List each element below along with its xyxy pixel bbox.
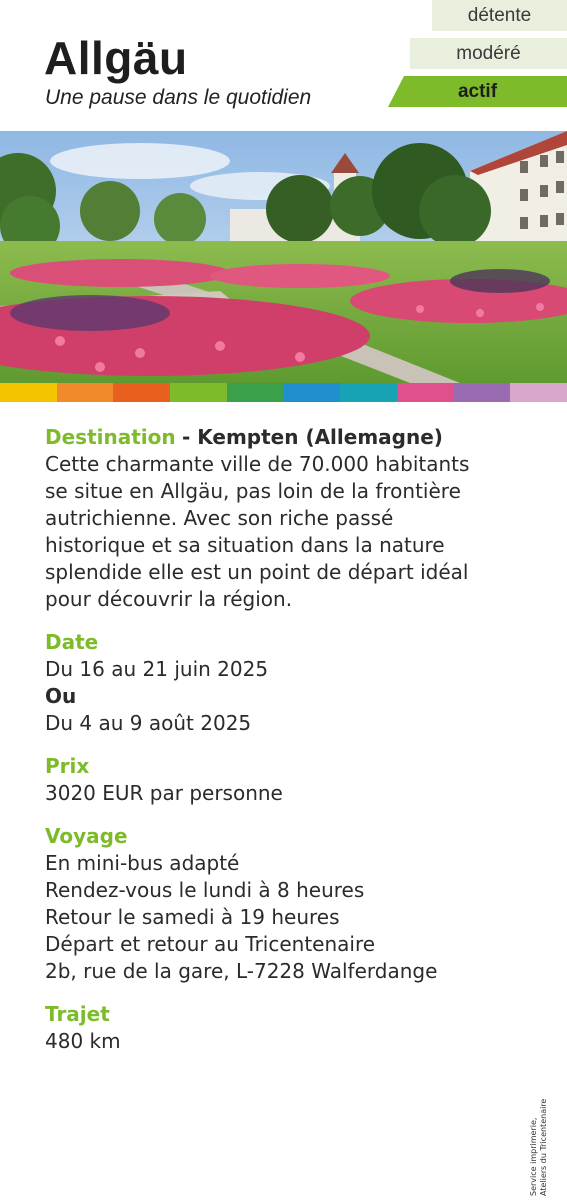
destination-label: Destination xyxy=(45,425,176,449)
color-stripe-segment xyxy=(113,383,171,402)
level-tab-actif: actif xyxy=(388,76,567,107)
color-stripe-segment xyxy=(340,383,397,402)
destination-text-line: Cette charmante ville de 70.000 habitant… xyxy=(45,452,470,476)
route-value: 480 km xyxy=(45,1029,121,1053)
color-stripe-segment xyxy=(226,383,284,402)
color-stripe-segment xyxy=(283,383,341,402)
level-tab-detente: détente xyxy=(432,0,567,31)
price-value: 3020 EUR par personne xyxy=(45,781,283,805)
page-title: Allgäu xyxy=(44,32,188,84)
travel-line: 2b, rue de la gare, L-7228 Walferdange xyxy=(45,959,438,983)
color-stripe-segment xyxy=(396,383,454,402)
date-heading: Date xyxy=(45,630,99,654)
travel-line: Rendez-vous le lundi à 8 heures xyxy=(45,878,365,902)
color-stripe-segment xyxy=(0,383,57,402)
date-option-1: Du 16 au 21 juin 2025 xyxy=(45,657,269,681)
park-photo xyxy=(0,131,567,383)
color-stripe-segment xyxy=(170,383,227,402)
print-credit: Service imprimerie, Ateliers du Tricente… xyxy=(529,1099,549,1196)
date-or: Ou xyxy=(45,684,77,708)
travel-line: Retour le samedi à 19 heures xyxy=(45,905,340,929)
destination-text-line: autrichienne. Avec son riche passé xyxy=(45,506,394,530)
credit-line-2: Ateliers du Tricentenaire xyxy=(539,1098,548,1196)
destination-text-line: historique et sa situation dans la natur… xyxy=(45,533,445,557)
color-stripe xyxy=(0,383,567,402)
destination-text-line: splendide elle est un point de départ id… xyxy=(45,560,469,584)
travel-line: En mini-bus adapté xyxy=(45,851,240,875)
destination-place: - Kempten (Allemagne) xyxy=(181,425,443,449)
date-option-2: Du 4 au 9 août 2025 xyxy=(45,711,252,735)
color-stripe-segment xyxy=(56,383,114,402)
route-heading: Trajet xyxy=(45,1002,110,1026)
destination-text-line: se situe en Allgäu, pas loin de la front… xyxy=(45,479,461,503)
color-stripe-segment xyxy=(510,383,567,402)
color-stripe-segment xyxy=(453,383,511,402)
travel-heading: Voyage xyxy=(45,824,128,848)
page-subtitle: Une pause dans le quotidien xyxy=(45,86,312,109)
credit-line-1: Service imprimerie, xyxy=(529,1117,538,1196)
travel-line: Départ et retour au Tricentenaire xyxy=(45,932,376,956)
level-tab-modere: modéré xyxy=(410,38,567,69)
trip-details: Destination - Kempten (Allemagne) Cette … xyxy=(45,424,545,1055)
price-heading: Prix xyxy=(45,754,90,778)
destination-heading: Destination - Kempten (Allemagne) xyxy=(45,424,545,451)
destination-text-line: pour découvrir la région. xyxy=(45,587,293,611)
